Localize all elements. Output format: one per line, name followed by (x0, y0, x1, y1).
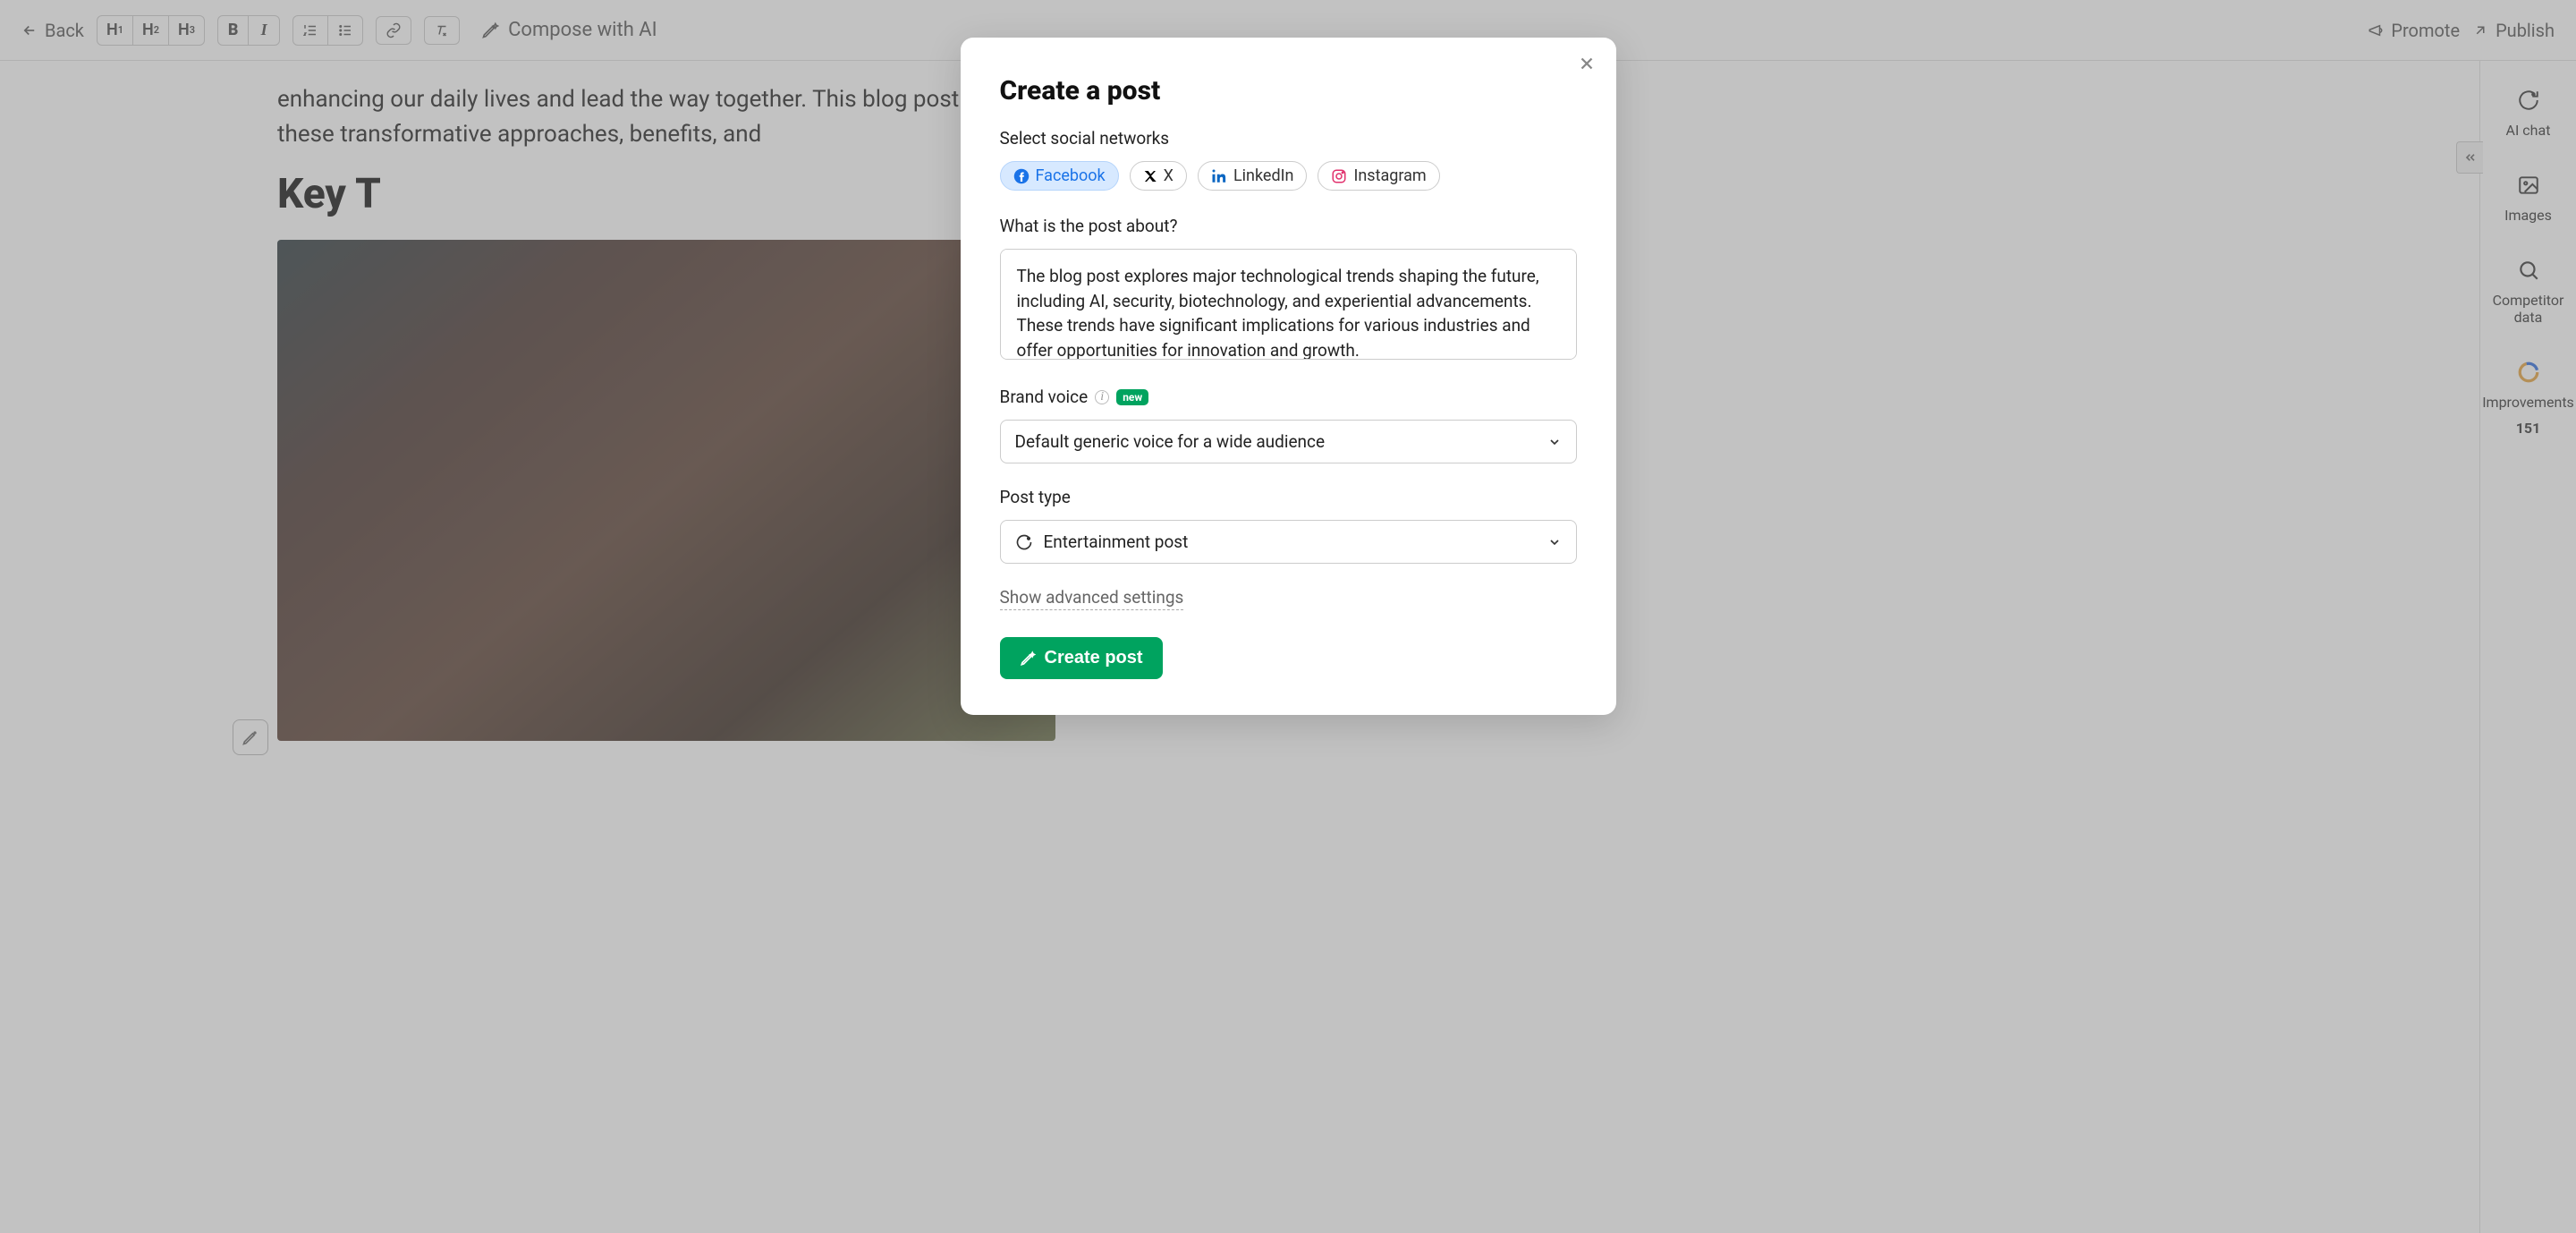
social-network-chips: Facebook X LinkedIn Instagram (1000, 161, 1577, 191)
post-type-label: Post type (1000, 487, 1577, 507)
facebook-label: Facebook (1036, 166, 1106, 185)
chip-linkedin[interactable]: LinkedIn (1198, 161, 1308, 191)
info-icon[interactable]: i (1095, 390, 1109, 404)
brand-voice-label: Brand voice i new (1000, 387, 1577, 407)
brand-voice-select[interactable]: Default generic voice for a wide audienc… (1000, 420, 1577, 463)
linkedin-icon (1211, 168, 1227, 184)
create-post-button[interactable]: Create post (1000, 637, 1163, 679)
brand-voice-label-text: Brand voice (1000, 387, 1089, 407)
x-icon (1143, 169, 1157, 183)
chip-facebook[interactable]: Facebook (1000, 161, 1119, 191)
instagram-icon (1331, 168, 1347, 184)
facebook-icon (1013, 168, 1030, 184)
create-post-label: Create post (1045, 648, 1143, 668)
sparkle-pencil-icon (1020, 651, 1036, 667)
modal-title: Create a post (1000, 75, 1577, 106)
select-networks-label: Select social networks (1000, 128, 1577, 149)
modal-overlay[interactable]: Create a post Select social networks Fac… (0, 0, 2576, 1233)
about-textarea[interactable] (1000, 249, 1577, 360)
linkedin-label: LinkedIn (1233, 166, 1294, 185)
instagram-label: Instagram (1353, 166, 1426, 185)
chevron-down-icon (1547, 535, 1562, 549)
x-label: X (1164, 166, 1174, 185)
close-button[interactable] (1577, 54, 1597, 73)
create-post-modal: Create a post Select social networks Fac… (961, 38, 1616, 715)
brand-voice-value: Default generic voice for a wide audienc… (1015, 431, 1326, 452)
about-label: What is the post about? (1000, 216, 1577, 236)
new-badge: new (1116, 389, 1148, 405)
chip-instagram[interactable]: Instagram (1318, 161, 1439, 191)
close-icon (1577, 54, 1597, 73)
show-advanced-link[interactable]: Show advanced settings (1000, 587, 1184, 610)
post-type-value: Entertainment post (1044, 531, 1189, 552)
post-type-select[interactable]: Entertainment post (1000, 520, 1577, 564)
entertainment-icon (1015, 533, 1033, 551)
chevron-down-icon (1547, 435, 1562, 449)
chip-x[interactable]: X (1130, 161, 1187, 191)
